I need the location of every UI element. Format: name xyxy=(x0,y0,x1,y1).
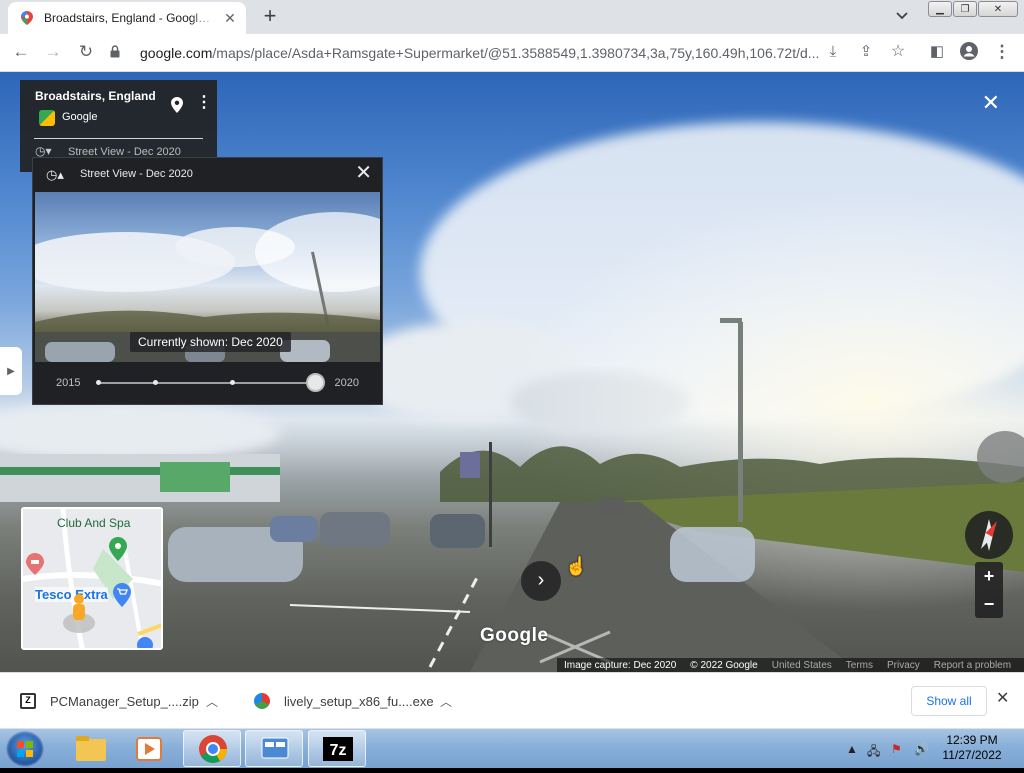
file-explorer-taskbar-button[interactable] xyxy=(62,730,120,767)
zoom-control: + − xyxy=(975,562,1003,618)
hotel-pin-icon[interactable] xyxy=(26,553,44,580)
terms-link[interactable]: Terms xyxy=(839,660,880,671)
tab-search-chevron-icon[interactable] xyxy=(896,9,908,23)
report-problem-link[interactable]: Report a problem xyxy=(927,660,1018,671)
history-clock-icon[interactable]: ◷▴ xyxy=(46,167,64,183)
close-downloads-bar-icon[interactable]: ✕ xyxy=(996,688,1009,708)
volume-icon[interactable]: 🔊 xyxy=(914,742,929,756)
slider-tick[interactable] xyxy=(230,380,235,385)
forward-arrow-icon[interactable]: → xyxy=(42,42,64,62)
time-travel-header: ◷▴ Street View - Dec 2020 ✕ xyxy=(33,158,382,192)
slider-tick[interactable] xyxy=(96,380,101,385)
hand-cursor-icon: ☝ xyxy=(565,556,588,576)
download-filename: PCManager_Setup_....zip xyxy=(50,693,199,709)
zoom-in-button[interactable]: + xyxy=(975,562,1003,590)
poi-label-club[interactable]: Club And Spa xyxy=(57,516,130,530)
system-clock[interactable]: 12:39 PM 11/27/2022 xyxy=(932,733,1012,763)
more-options-icon[interactable]: ⋮ xyxy=(196,95,212,111)
show-all-downloads-button[interactable]: Show all xyxy=(911,686,987,716)
control-panel-taskbar-button[interactable] xyxy=(245,730,303,767)
svg-text:7z: 7z xyxy=(330,742,347,759)
clock-date: 11/27/2022 xyxy=(942,748,1002,762)
time-travel-close-icon[interactable]: ✕ xyxy=(355,163,372,183)
time-travel-preview-image[interactable]: Currently shown: Dec 2020 xyxy=(35,192,380,362)
shopping-cart-pin-icon[interactable] xyxy=(113,583,131,612)
zoom-out-button[interactable]: − xyxy=(975,590,1003,618)
windows-taskbar: 7z ▲ 🖧 ⚑ 🔊 12:39 PM 11/27/2022 xyxy=(0,728,1024,768)
new-tab-button[interactable]: + xyxy=(258,5,282,27)
street-view-close-icon[interactable]: ✕ xyxy=(982,92,1000,114)
reload-icon[interactable]: ↻ xyxy=(75,42,97,62)
tab-title: Broadstairs, England - Google Maps xyxy=(44,11,216,25)
7zip-taskbar-button[interactable]: 7z xyxy=(308,730,366,767)
history-clock-icon[interactable]: ◷▾ xyxy=(35,144,52,158)
tab-strip: Broadstairs, England - Google Maps ✕ + ▁… xyxy=(0,0,1024,34)
google-maps-logo-icon xyxy=(39,110,55,126)
network-icon[interactable]: 🖧 xyxy=(867,742,880,763)
imagery-provider: Google xyxy=(62,111,98,123)
download-item[interactable]: lively_setup_x86_fu....exe ︿ xyxy=(254,673,470,729)
green-place-pin-icon[interactable] xyxy=(109,537,127,566)
country-link[interactable]: United States xyxy=(765,660,839,671)
restore-button[interactable]: ❐ xyxy=(953,1,977,17)
share-icon[interactable]: ⇪ xyxy=(855,42,877,62)
browser-menu-icon[interactable]: ⋮ xyxy=(991,42,1013,62)
download-options-chevron-icon[interactable]: ︿ xyxy=(440,693,452,710)
google-watermark: Google xyxy=(480,625,549,646)
action-center-icon[interactable]: ⚑ xyxy=(891,742,902,756)
profile-avatar-icon[interactable] xyxy=(958,42,980,65)
slider-end-year: 2020 xyxy=(334,377,359,389)
move-forward-arrow-icon[interactable]: › xyxy=(521,561,561,601)
place-name[interactable]: Broadstairs, England xyxy=(35,89,156,103)
download-item[interactable]: Z PCManager_Setup_....zip ︿ xyxy=(20,673,236,729)
side-panel-expand-button[interactable]: ▶ xyxy=(0,347,22,395)
copyright: © 2022 Google xyxy=(690,659,758,671)
url-text: google.com/maps/place/Asda+Ramsgate+Supe… xyxy=(140,45,820,61)
media-player-taskbar-button[interactable] xyxy=(120,730,178,767)
slider-track[interactable] xyxy=(97,382,315,384)
time-travel-panel: ◷▴ Street View - Dec 2020 ✕ Currently sh… xyxy=(32,157,383,405)
image-capture-date: Image capture: Dec 2020 xyxy=(564,659,677,671)
show-hidden-icons-icon[interactable]: ▲ xyxy=(846,742,858,756)
currently-shown-tooltip: Currently shown: Dec 2020 xyxy=(130,332,291,352)
location-pin-icon[interactable] xyxy=(171,97,183,116)
downloads-bar: Z PCManager_Setup_....zip ︿ lively_setup… xyxy=(0,672,1024,728)
clock-time: 12:39 PM xyxy=(946,733,998,747)
year-slider[interactable]: 2015 2020 xyxy=(33,362,382,406)
privacy-link[interactable]: Privacy xyxy=(880,660,927,671)
bookmark-star-icon[interactable]: ☆ xyxy=(887,42,909,62)
mini-map[interactable]: Club And Spa Tesco Extra xyxy=(21,507,163,650)
location-dot-icon[interactable] xyxy=(137,637,153,648)
back-arrow-icon[interactable]: ← xyxy=(10,42,32,62)
pegman-icon[interactable] xyxy=(61,593,97,638)
google-maps-favicon-icon xyxy=(20,11,34,25)
download-options-chevron-icon[interactable]: ︿ xyxy=(206,693,218,710)
slider-handle[interactable] xyxy=(306,373,325,392)
compass-icon[interactable] xyxy=(965,511,1013,559)
browser-toolbar: ← → ↻ google.com/maps/place/Asda+Ramsgat… xyxy=(0,34,1024,72)
window-close-button[interactable]: ✕ xyxy=(978,1,1018,17)
browser-tab[interactable]: Broadstairs, England - Google Maps ✕ xyxy=(8,2,246,34)
time-travel-title: Street View - Dec 2020 xyxy=(80,168,193,180)
imagery-footer: Image capture: Dec 2020 © 2022 Google Un… xyxy=(557,658,1024,672)
tab-close-icon[interactable]: ✕ xyxy=(222,10,238,27)
zip-file-icon: Z xyxy=(20,693,36,709)
slider-start-year: 2015 xyxy=(56,377,81,389)
download-filename: lively_setup_x86_fu....exe xyxy=(284,693,434,709)
chrome-taskbar-button[interactable] xyxy=(183,730,241,767)
download-page-icon[interactable]: ⤓ xyxy=(822,42,844,62)
side-panel-icon[interactable]: ◧ xyxy=(926,42,948,62)
start-button[interactable] xyxy=(6,731,44,767)
minimize-button[interactable]: ▁ xyxy=(928,1,952,17)
exe-file-icon xyxy=(254,693,270,709)
slider-tick[interactable] xyxy=(153,380,158,385)
lock-icon[interactable] xyxy=(110,45,126,61)
address-bar[interactable]: google.com/maps/place/Asda+Ramsgate+Supe… xyxy=(110,39,822,67)
divider xyxy=(34,138,203,139)
